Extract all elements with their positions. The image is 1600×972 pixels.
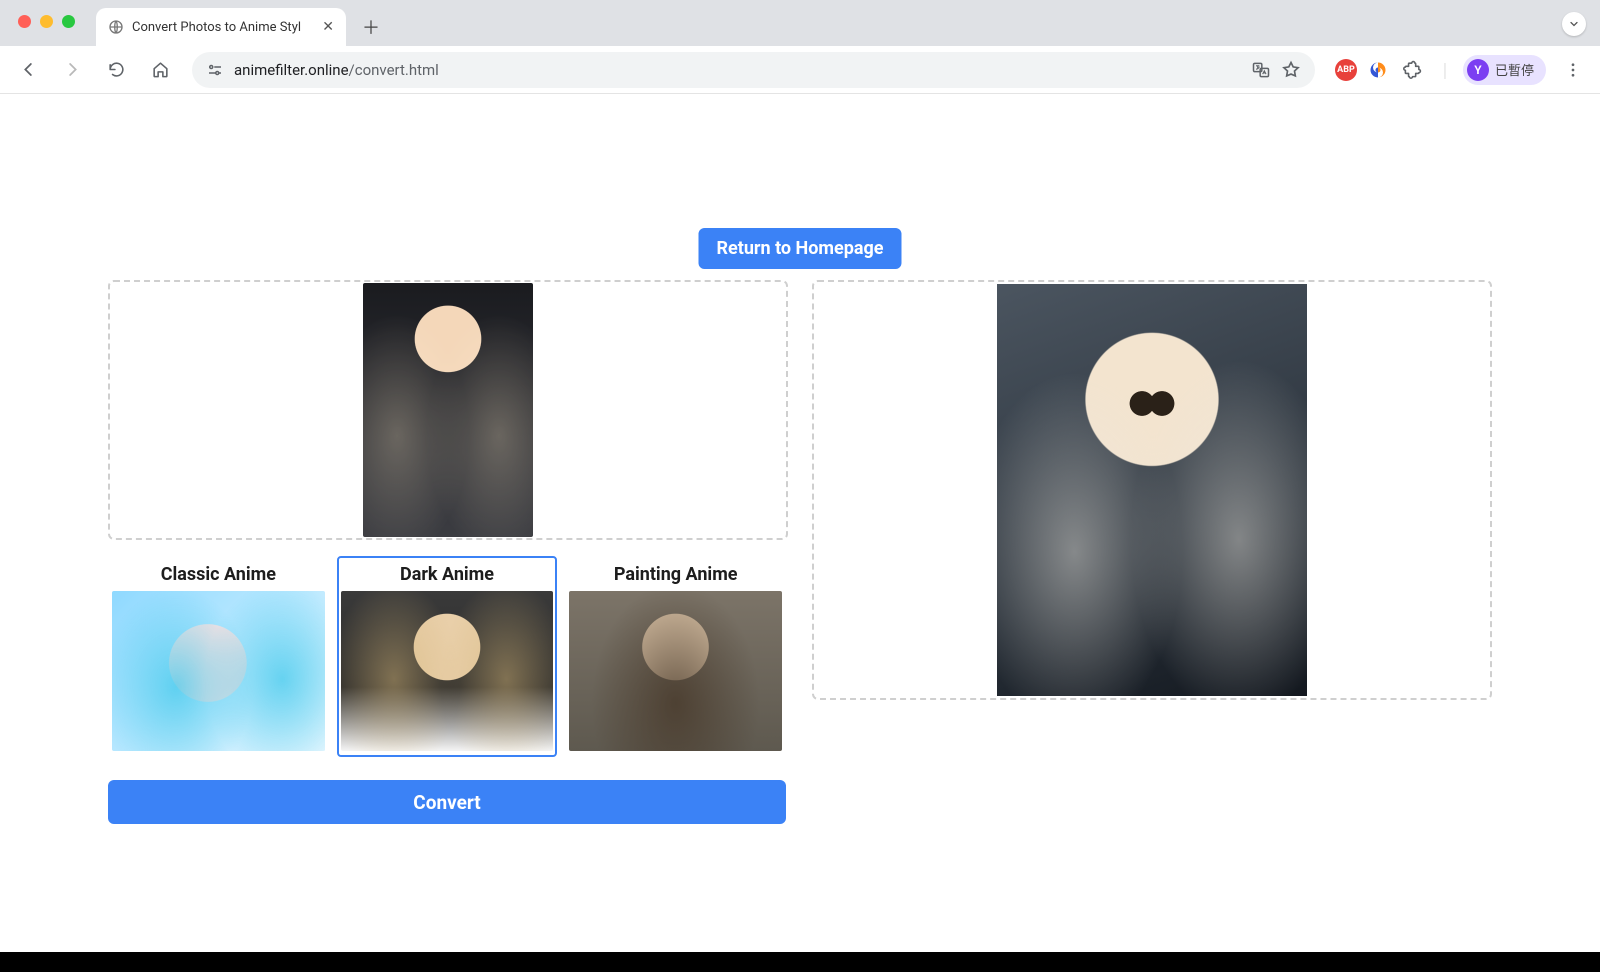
extension-abp-icon[interactable]: ABP [1335, 59, 1357, 81]
profile-avatar: Y [1467, 59, 1489, 81]
style-thumb-classic [112, 591, 325, 751]
browser-chrome: Convert Photos to Anime Styl ✕ ＋ animefi… [0, 0, 1600, 94]
globe-icon [108, 19, 124, 35]
convert-button[interactable]: Convert [108, 780, 786, 824]
url-host: animefilter.online [234, 61, 349, 79]
nav-reload-button[interactable] [98, 52, 134, 88]
new-tab-button[interactable]: ＋ [356, 12, 386, 42]
tab-title: Convert Photos to Anime Styl [132, 20, 301, 35]
chevron-down-icon [1568, 18, 1580, 30]
translate-icon[interactable] [1251, 60, 1271, 80]
profile-status: 已暫停 [1495, 60, 1534, 79]
convert-button-label: Convert [413, 791, 480, 814]
window-controls [18, 15, 75, 28]
browser-toolbar: animefilter.online/convert.html ABP ｜ Y … [0, 46, 1600, 94]
site-settings-icon[interactable] [206, 61, 224, 79]
return-home-label: Return to Homepage [716, 238, 883, 259]
reload-icon [107, 60, 126, 79]
style-label: Classic Anime [161, 564, 276, 585]
puzzle-icon [1403, 60, 1422, 79]
return-home-button[interactable]: Return to Homepage [698, 228, 901, 269]
tabs-dropdown-button[interactable] [1562, 12, 1586, 36]
nav-back-button[interactable] [10, 52, 46, 88]
window-zoom-button[interactable] [62, 15, 75, 28]
extension-swirl-icon[interactable] [1367, 59, 1389, 81]
bottom-edge [0, 952, 1600, 972]
home-icon [151, 60, 170, 79]
arrow-left-icon [19, 60, 38, 79]
style-option-dark[interactable]: Dark Anime [337, 556, 558, 757]
nav-forward-button[interactable] [54, 52, 90, 88]
page-viewport: Return to Homepage Classic Anime Dark An… [0, 94, 1600, 972]
address-bar[interactable]: animefilter.online/convert.html [192, 52, 1315, 88]
close-icon[interactable]: ✕ [322, 19, 334, 35]
extensions-button[interactable] [1399, 52, 1427, 88]
extensions-area: ABP ｜ Y 已暫停 [1335, 52, 1590, 88]
style-label: Painting Anime [614, 564, 738, 585]
result-image [997, 284, 1307, 696]
profile-chip[interactable]: Y 已暫停 [1463, 55, 1546, 85]
style-options: Classic Anime Dark Anime Painting Anime [108, 556, 786, 757]
nav-home-button[interactable] [142, 52, 178, 88]
upload-dropzone[interactable] [108, 280, 788, 540]
browser-menu-button[interactable] [1556, 61, 1590, 79]
style-option-classic[interactable]: Classic Anime [108, 556, 329, 757]
result-panel [812, 280, 1492, 700]
arrow-right-icon [63, 60, 82, 79]
bookmark-star-icon[interactable] [1281, 60, 1301, 80]
browser-tab-active[interactable]: Convert Photos to Anime Styl ✕ [96, 8, 346, 46]
url-path: /convert.html [349, 61, 439, 79]
tab-strip: Convert Photos to Anime Styl ✕ ＋ [0, 0, 1600, 46]
window-close-button[interactable] [18, 15, 31, 28]
url-text: animefilter.online/convert.html [234, 61, 439, 79]
style-label: Dark Anime [400, 564, 494, 585]
style-thumb-painting [569, 591, 782, 751]
window-minimize-button[interactable] [40, 15, 53, 28]
kebab-icon [1564, 61, 1582, 79]
uploaded-image [363, 283, 533, 537]
style-thumb-dark [341, 591, 554, 751]
style-option-painting[interactable]: Painting Anime [565, 556, 786, 757]
